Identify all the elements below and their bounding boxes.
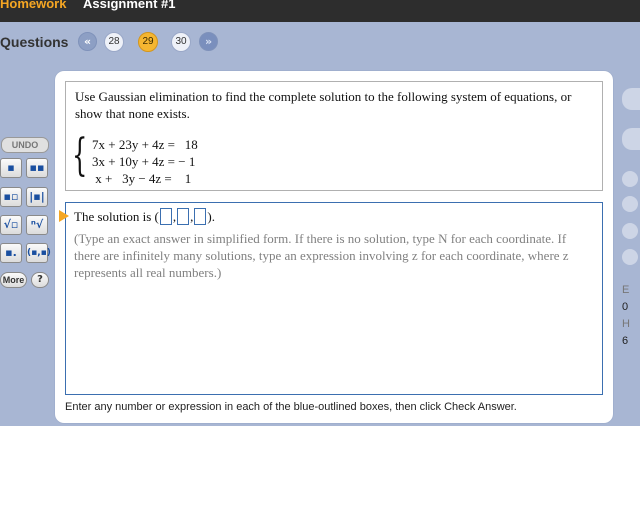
side-label-1: E: [622, 284, 630, 296]
mixed-number-button[interactable]: ▪▪: [26, 158, 48, 178]
separator-2: ,: [190, 209, 194, 224]
nth-root-icon: ⁿ√: [30, 218, 44, 231]
question-navigator: Questions « 28 29 30 »: [0, 31, 240, 53]
question-29-button[interactable]: 29: [138, 32, 158, 52]
fraction-icon: ▪: [7, 161, 15, 174]
side-tab-1[interactable]: [622, 88, 640, 110]
square-root-button[interactable]: √▫: [0, 215, 22, 235]
double-chevron-right-icon: »: [204, 35, 213, 48]
fraction-button[interactable]: ▪: [0, 158, 22, 178]
footer-hint: Enter any number or expression in each o…: [65, 401, 517, 413]
solution-suffix: ).: [207, 209, 215, 224]
subscript-icon: ▪.: [5, 246, 17, 259]
ordered-pair-icon: (▪,▪): [27, 248, 51, 258]
equation-3: x + 3y − 4z = 1: [92, 171, 192, 186]
question-prompt: Use Gaussian elimination to find the com…: [75, 89, 572, 121]
system-brace: {: [72, 130, 88, 181]
next-question-button[interactable]: »: [199, 32, 218, 51]
current-part-arrow-icon: [59, 210, 69, 222]
homework-link[interactable]: Homework: [0, 0, 66, 11]
solution-prefix: The solution is (: [74, 209, 159, 224]
absolute-value-icon: |▪|: [29, 190, 45, 203]
side-value-1: 0: [622, 301, 629, 313]
equation-2: 3x + 10y + 4z = − 1: [92, 154, 196, 169]
question-28-button[interactable]: 28: [104, 32, 124, 52]
previous-question-button[interactable]: «: [78, 32, 97, 51]
nth-root-button[interactable]: ⁿ√: [26, 215, 48, 235]
exponent-button[interactable]: ▪▫: [0, 187, 22, 207]
answer-area[interactable]: The solution is (,,). (Type an exact ans…: [59, 202, 603, 395]
subscript-button[interactable]: ▪.: [0, 243, 22, 263]
absolute-value-button[interactable]: |▪|: [26, 187, 48, 207]
square-root-icon: √▫: [3, 218, 19, 231]
solution-statement: The solution is (,,).: [74, 208, 215, 225]
separator-1: ,: [172, 209, 177, 224]
questions-label: Questions: [0, 34, 69, 50]
question-box: Use Gaussian elimination to find the com…: [65, 81, 603, 191]
side-button-1[interactable]: [622, 171, 638, 187]
help-button[interactable]: ?: [31, 272, 49, 288]
help-icon: ?: [37, 274, 43, 285]
answer-input-x[interactable]: [159, 208, 172, 225]
more-tools-button[interactable]: More: [0, 272, 27, 288]
side-label-2: H: [622, 318, 630, 330]
side-button-4[interactable]: [622, 249, 638, 265]
side-button-3[interactable]: [622, 223, 638, 239]
side-tab-2[interactable]: [622, 128, 640, 150]
answer-input-z[interactable]: [194, 208, 207, 225]
equation-1: 7x + 23y + 4z = 18: [92, 137, 198, 152]
mixed-number-icon: ▪▪: [29, 161, 45, 174]
double-chevron-left-icon: «: [83, 35, 92, 48]
undo-button[interactable]: UNDO: [1, 137, 49, 153]
side-value-2: 6: [622, 335, 629, 347]
top-bar: Homework Assignment #1: [0, 0, 640, 22]
question-30-button[interactable]: 30: [171, 32, 191, 52]
question-card: Use Gaussian elimination to find the com…: [55, 71, 613, 423]
exponent-icon: ▪▫: [3, 190, 19, 203]
answer-input-y[interactable]: [177, 208, 190, 225]
side-button-2[interactable]: [622, 196, 638, 212]
assignment-title: Assignment #1: [83, 0, 176, 11]
ordered-pair-button[interactable]: (▪,▪): [26, 243, 51, 263]
answer-instructions: (Type an exact answer in simplified form…: [74, 231, 569, 280]
